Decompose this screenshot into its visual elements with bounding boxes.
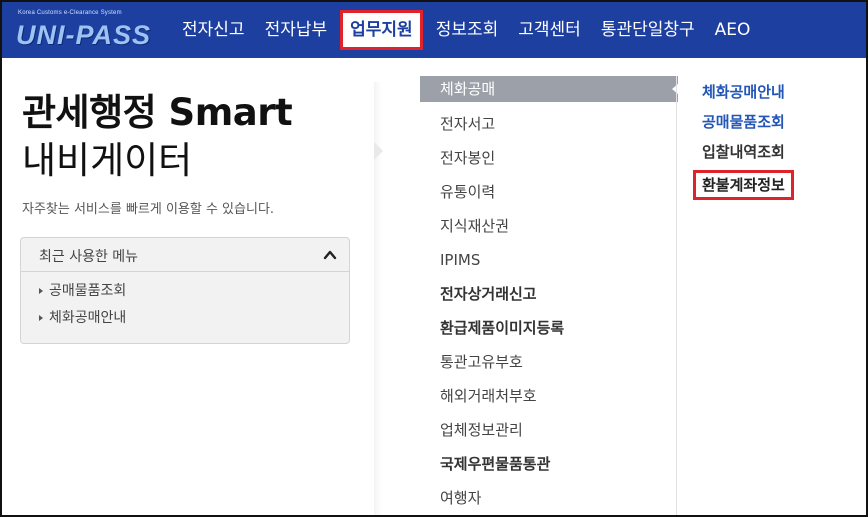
- category-item-ipims[interactable]: IPIMS: [420, 246, 680, 280]
- recent-menu-header[interactable]: 최근 사용한 메뉴: [21, 238, 349, 272]
- nav-item-electronic-declaration[interactable]: 전자신고: [172, 10, 255, 50]
- navigator-title-line2: 내비게이터: [22, 139, 193, 182]
- nav-item-customer-center[interactable]: 고객센터: [508, 10, 591, 50]
- category-item-e-seal[interactable]: 전자봉인: [420, 144, 680, 178]
- logo-wordmark: UNI-PASS: [16, 20, 152, 50]
- bullet-triangle-icon: [39, 288, 43, 294]
- recent-menu-panel: 최근 사용한 메뉴 공매물품조회 체화공매안내: [20, 237, 350, 344]
- navigator-subtitle: 자주찾는 서비스를 빠르게 이용할 수 있습니다.: [22, 202, 275, 217]
- category-item-intellectual-property[interactable]: 지식재산권: [420, 212, 680, 246]
- recent-menu-item[interactable]: 공매물품조회: [37, 282, 126, 309]
- category-item-traveler[interactable]: 여행자: [420, 484, 680, 515]
- page-frame: Korea Customs e-Clearance System UNI-PAS…: [0, 0, 868, 517]
- nav-item-aeo[interactable]: AEO: [705, 10, 761, 50]
- nav-item-info-lookup[interactable]: 정보조회: [426, 10, 509, 50]
- category-item-distribution-history[interactable]: 유통이력: [420, 178, 680, 212]
- navigator-title: 관세행정 Smart: [22, 91, 293, 134]
- recent-menu-item-label: 공매물품조회: [49, 283, 127, 299]
- recent-menu-item-label: 체화공매안내: [49, 310, 127, 326]
- recent-menu-item[interactable]: 체화공매안내: [37, 309, 126, 336]
- menu-divider: [676, 76, 677, 515]
- logo-tagline: Korea Customs e-Clearance System: [18, 10, 122, 16]
- category-item-company-info[interactable]: 업체정보관리: [420, 416, 680, 450]
- category-item-intl-postal-clearance[interactable]: 국제우편물품통관: [420, 450, 680, 484]
- main-nav: 전자신고 전자납부 업무지원 정보조회 고객센터 통관단일창구 AEO: [172, 2, 760, 58]
- chevron-up-icon[interactable]: [323, 248, 337, 262]
- recent-menu-list: 공매물품조회 체화공매안내: [37, 282, 126, 336]
- panel-pointer-notch: [374, 142, 383, 160]
- sub-item-refund-account-info[interactable]: 환불계좌정보: [693, 170, 794, 200]
- category-item-customs-id-code[interactable]: 통관고유부호: [420, 348, 680, 382]
- sub-item-auction-goods-lookup[interactable]: 공매물품조회: [702, 110, 794, 140]
- sub-item-bid-history-lookup[interactable]: 입찰내역조회: [702, 140, 794, 170]
- nav-item-single-window[interactable]: 통관단일창구: [591, 10, 705, 50]
- nav-item-electronic-payment[interactable]: 전자납부: [255, 10, 338, 50]
- sub-menu: 체화공매안내 공매물품조회 입찰내역조회 환불계좌정보: [693, 80, 794, 200]
- category-item-auction[interactable]: 체화공매: [420, 76, 679, 102]
- category-item-e-archive[interactable]: 전자서고: [420, 110, 680, 144]
- category-item-ecommerce-declaration[interactable]: 전자상거래신고: [420, 280, 680, 314]
- nav-item-business-support[interactable]: 업무지원: [340, 10, 423, 50]
- category-item-refund-product-image[interactable]: 환급제품이미지등록: [420, 314, 680, 348]
- recent-menu-title: 최근 사용한 메뉴: [39, 249, 139, 265]
- bullet-triangle-icon: [39, 315, 43, 321]
- category-item-overseas-partner-code[interactable]: 해외거래처부호: [420, 382, 680, 416]
- category-menu: 체화공매 전자서고 전자봉인 유통이력 지식재산권 IPIMS 전자상거래신고 …: [420, 76, 680, 515]
- sub-item-auction-guide[interactable]: 체화공매안내: [702, 80, 794, 110]
- uni-pass-logo[interactable]: Korea Customs e-Clearance System UNI-PAS…: [14, 8, 152, 52]
- top-header: Korea Customs e-Clearance System UNI-PAS…: [2, 2, 866, 58]
